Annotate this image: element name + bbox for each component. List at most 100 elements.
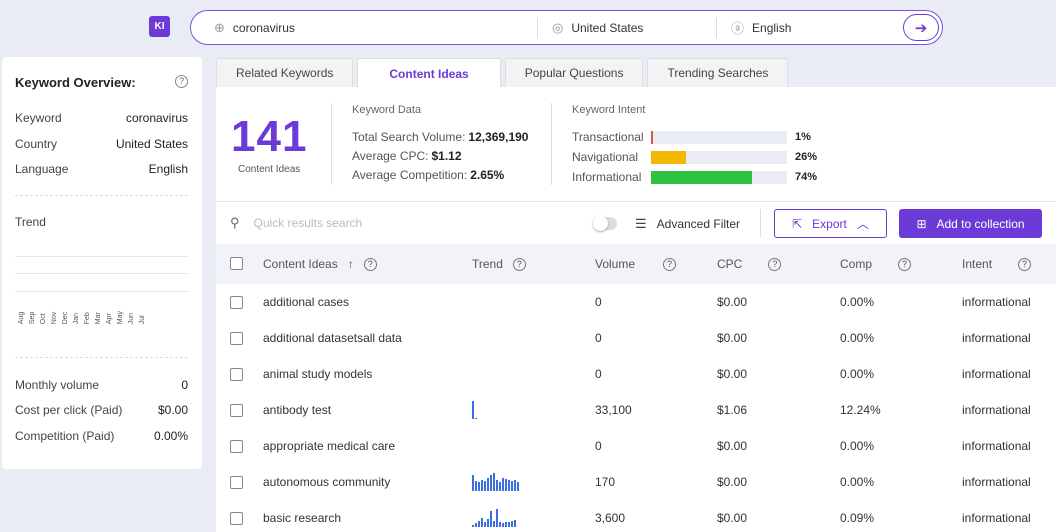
- help-icon[interactable]: ?: [898, 257, 912, 271]
- sparkline-bar: [487, 519, 489, 527]
- sparkline-bar: [517, 482, 519, 491]
- table-row[interactable]: animal study models 0 $0.00 0.00% informatio…: [216, 356, 1056, 392]
- trend-month-label: Oct: [40, 313, 47, 325]
- export-button[interactable]: ⇱ Export ︿: [774, 209, 887, 238]
- comp-cell: 0.00%: [840, 331, 875, 345]
- select-all-checkbox[interactable]: [230, 257, 243, 270]
- trend-label: Trend: [15, 215, 46, 229]
- volume-cell: 0: [595, 367, 602, 381]
- intent-row-transactional: Transactional 1%: [572, 130, 811, 144]
- keyword-overview-panel: Keyword Overview: ? Keyword coronavirus …: [2, 57, 202, 469]
- sparkline-bar: [514, 480, 516, 491]
- sort-up-arrow-icon: ↑: [347, 257, 354, 271]
- row-checkbox[interactable]: [230, 368, 243, 381]
- column-header-intent[interactable]: Intent ?: [962, 244, 1032, 284]
- row-checkbox[interactable]: [230, 296, 243, 309]
- comp-cell: 0.09%: [840, 511, 875, 525]
- intent-bar: [651, 130, 787, 144]
- column-header-content-ideas[interactable]: Content Ideas ↑ ?: [263, 244, 377, 284]
- metric-cpc: Cost per click (Paid) $0.00: [15, 403, 188, 417]
- row-checkbox[interactable]: [230, 332, 243, 345]
- add-to-collection-button[interactable]: ⊞ Add to collection: [899, 209, 1042, 238]
- arrow-enter-icon: ➔: [914, 19, 928, 37]
- metric-monthly-volume: Monthly volume 0: [15, 378, 188, 392]
- sparkline-bar: [499, 522, 501, 527]
- sparkline-bar: [505, 479, 507, 491]
- sparkline-bar: [472, 401, 474, 419]
- overview-title: Keyword Overview:: [15, 75, 136, 90]
- idea-cell[interactable]: animal study models: [263, 356, 403, 392]
- idea-cell[interactable]: autonomous community: [263, 464, 403, 500]
- sparkline-bar: [484, 481, 486, 491]
- help-icon[interactable]: ?: [363, 257, 377, 271]
- tab-content-ideas[interactable]: Content Ideas: [357, 58, 501, 88]
- sparkline-bar: [493, 473, 495, 491]
- keyword-field[interactable]: ⊕ coronavirus: [191, 17, 538, 38]
- row-checkbox[interactable]: [230, 512, 243, 525]
- volume-cell: 33,100: [595, 403, 632, 417]
- sparkline-bar: [484, 522, 486, 527]
- average-cpc: Average CPC: $1.12: [352, 149, 462, 163]
- idea-count: 141: [231, 112, 308, 161]
- cpc-cell: $0.00: [717, 511, 748, 525]
- trend-month-label: Mar: [95, 312, 102, 325]
- table-row[interactable]: autonomous community 170 $0.00 0.00% informa…: [216, 464, 1056, 500]
- trend-month-label: Apr: [106, 313, 113, 325]
- idea-cell[interactable]: basic research: [263, 500, 403, 532]
- sparkline-bar: [496, 509, 498, 527]
- search-submit-button[interactable]: ➔: [903, 14, 939, 41]
- results-panel: 141 Content Ideas Keyword Data Total Sea…: [216, 87, 1056, 532]
- idea-cell[interactable]: additional datasetsall data: [263, 320, 403, 356]
- help-icon[interactable]: ?: [663, 257, 677, 271]
- translate-icon: ⓐ: [731, 21, 745, 36]
- help-icon[interactable]: ?: [1018, 257, 1032, 271]
- tab-popular-questions[interactable]: Popular Questions: [504, 58, 644, 87]
- tab-related-keywords[interactable]: Related Keywords: [216, 58, 354, 87]
- column-header-volume[interactable]: Volume ?: [595, 244, 677, 284]
- filter-toggle[interactable]: [593, 216, 617, 231]
- idea-cell[interactable]: antibody test: [263, 392, 403, 428]
- table-row[interactable]: additional datasetsall data 0 $0.00 0.00% in…: [216, 320, 1056, 356]
- help-icon[interactable]: ?: [768, 257, 782, 271]
- sparkline-bar: [505, 522, 507, 527]
- cpc-cell: $0.00: [717, 295, 748, 309]
- cpc-cell: $0.00: [717, 475, 748, 489]
- sparkline-bar: [499, 482, 501, 491]
- language-select[interactable]: ⓐ English: [717, 18, 897, 38]
- sparkline-bar: [493, 521, 495, 527]
- sparkline-bar: [514, 520, 516, 527]
- tab-trending-searches[interactable]: Trending Searches: [647, 58, 789, 87]
- row-checkbox[interactable]: [230, 476, 243, 489]
- intent-bar: [651, 150, 787, 164]
- row-checkbox[interactable]: [230, 404, 243, 417]
- intent-row-navigational: Navigational 26%: [572, 150, 818, 164]
- help-icon[interactable]: ?: [512, 257, 526, 271]
- sparkline-bar: [475, 418, 477, 419]
- target-icon: ⊕: [214, 19, 225, 35]
- sparkline-bar: [502, 523, 504, 527]
- country-select[interactable]: ◎ United States: [538, 17, 717, 38]
- quick-search-input[interactable]: ⚲ Quick results search: [230, 215, 362, 231]
- keyword-data-title: Keyword Data: [352, 104, 422, 116]
- table-row[interactable]: additional cases 0 $0.00 0.00% informational: [216, 284, 1056, 320]
- comp-cell: 0.00%: [840, 367, 875, 381]
- trend-month-label: Jan: [73, 312, 80, 325]
- intent-cell: informational: [962, 331, 1031, 345]
- table-row[interactable]: basic research 3,600 $0.00 0.09% information…: [216, 500, 1056, 532]
- column-header-cpc[interactable]: CPC ?: [717, 244, 782, 284]
- help-icon[interactable]: ?: [175, 75, 188, 88]
- trend-gridline: [15, 291, 188, 292]
- average-competition: Average Competition: 2.65%: [352, 168, 505, 182]
- app-logo[interactable]: KI: [149, 16, 170, 37]
- add-collection-icon: ⊞: [916, 216, 927, 231]
- trend-gridline: [15, 256, 188, 257]
- table-row[interactable]: appropriate medical care 0 $0.00 0.00% infor…: [216, 428, 1056, 464]
- column-header-trend[interactable]: Trend ?: [472, 244, 526, 284]
- column-header-comp[interactable]: Comp ?: [840, 244, 912, 284]
- row-checkbox[interactable]: [230, 440, 243, 453]
- sparkline-bar: [502, 478, 504, 491]
- advanced-filter-button[interactable]: ☰ Advanced Filter: [635, 216, 740, 232]
- table-row[interactable]: antibody test 33,100 $1.06 12.24% informatio…: [216, 392, 1056, 428]
- idea-cell[interactable]: appropriate medical care: [263, 428, 403, 464]
- idea-cell[interactable]: additional cases: [263, 284, 403, 320]
